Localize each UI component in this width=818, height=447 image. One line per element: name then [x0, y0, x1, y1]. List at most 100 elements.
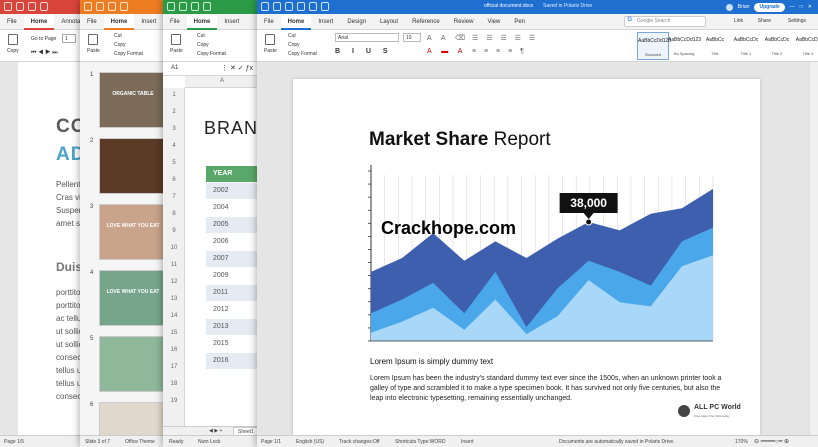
row-number[interactable]: 14 [163, 313, 185, 319]
italic-icon[interactable] [321, 2, 329, 11]
undo-icon[interactable] [179, 2, 187, 11]
row-number[interactable]: 17 [163, 364, 185, 370]
year-cell[interactable]: 2011 [206, 285, 258, 301]
redo-icon[interactable] [285, 2, 293, 11]
status-insert[interactable]: Insert [461, 439, 474, 445]
tab-home[interactable]: Home [103, 13, 135, 30]
link-button[interactable]: Link [734, 18, 743, 24]
year-cell[interactable]: 2015 [206, 336, 258, 352]
copy-format-button[interactable]: Copy Format [197, 51, 226, 57]
style-title[interactable]: AaBbCc Title [699, 32, 731, 60]
row-number[interactable]: 13 [163, 296, 185, 302]
font-color-icons[interactable]: A ▬ A [427, 48, 466, 55]
paste-label[interactable]: Paste [264, 48, 277, 54]
tab-view[interactable]: View [480, 14, 507, 30]
callout-point[interactable] [585, 218, 593, 226]
cut-button[interactable]: Cut [288, 33, 296, 39]
year-cell[interactable]: 2007 [206, 251, 258, 267]
column-a-header[interactable]: A [220, 78, 224, 84]
cut-button[interactable]: Cut [197, 33, 205, 39]
tab-insert[interactable]: Insert [311, 14, 340, 30]
slide-thumbnail[interactable]: ORGANIC TABLE [99, 72, 167, 128]
style-no-spacing[interactable]: AaBbCcDd123 No Spacing [668, 32, 701, 60]
font-family-select[interactable]: Arial [335, 33, 399, 42]
print-icon[interactable] [120, 2, 128, 11]
undo-icon[interactable] [96, 2, 104, 11]
year-cell[interactable]: 2009 [206, 268, 258, 284]
goto-page-input[interactable]: 1 [62, 34, 76, 43]
year-cell[interactable]: 2012 [206, 302, 258, 318]
align-icons[interactable]: ≡ ≡ ≡ ≡ ¶ [472, 48, 527, 55]
tab-home[interactable]: Home [280, 13, 312, 30]
sheet-nav-icon[interactable]: ◀ ▶ + [209, 428, 222, 434]
row-number[interactable]: 7 [163, 194, 185, 200]
copy-format-button[interactable]: Copy Format [288, 51, 317, 57]
row-number[interactable]: 19 [163, 398, 185, 404]
zoom-level[interactable]: 170% [735, 439, 748, 445]
paste-label[interactable]: Paste [170, 48, 183, 54]
year-header-cell[interactable]: YEAR [206, 166, 258, 182]
text-format-icons[interactable]: B I U S [335, 48, 393, 55]
save-icon[interactable] [167, 2, 175, 11]
redo-icon[interactable] [28, 2, 36, 11]
maximize-icon[interactable]: □ [800, 4, 803, 10]
tab-file[interactable]: File [80, 14, 104, 30]
tab-pen[interactable]: Pen [507, 14, 532, 30]
tab-home[interactable]: Home [23, 13, 55, 30]
formula-actions-icon[interactable]: ⋮ ✕ ✓ ƒx [221, 64, 253, 72]
style-standard[interactable]: AaBbCcDd123 Standard [637, 32, 671, 60]
row-number[interactable]: 2 [163, 109, 185, 115]
copy-icon[interactable] [8, 34, 18, 45]
font-grow-icons[interactable]: A A ⌫ [427, 34, 469, 42]
undo-icon[interactable] [16, 2, 24, 11]
tab-home[interactable]: Home [186, 13, 218, 30]
tab-layout[interactable]: Layout [373, 14, 405, 30]
cell-reference[interactable]: A1 [171, 65, 178, 71]
minimize-icon[interactable]: — [790, 4, 795, 10]
row-number[interactable]: 9 [163, 228, 185, 234]
market-share-chart[interactable]: 38,000 [363, 155, 723, 345]
year-cell[interactable]: 2004 [206, 200, 258, 216]
sheet-title[interactable]: BRAN [204, 118, 258, 139]
save-icon[interactable] [4, 2, 12, 11]
undo-icon[interactable] [273, 2, 281, 11]
year-cell[interactable]: 2005 [206, 217, 258, 233]
slide-thumbnail[interactable]: LOVE WHAT YOU EAT [99, 270, 167, 326]
year-cell[interactable]: 2013 [206, 319, 258, 335]
paste-icon[interactable] [88, 34, 98, 45]
tab-file[interactable]: File [257, 14, 281, 30]
bold-icon[interactable] [309, 2, 317, 11]
paste-icon[interactable] [265, 34, 275, 45]
list-icons[interactable]: ☰ ☰ ☰ ☰ ☰ [472, 34, 538, 42]
row-number[interactable]: 18 [163, 381, 185, 387]
slide-thumbnail[interactable]: LOVE WHAT YOU EAT [99, 204, 167, 260]
page-nav-arrows-icon[interactable]: ⏮ ◀ ▶ ⏭ [31, 50, 58, 57]
tab-review[interactable]: Review [447, 14, 481, 30]
row-number[interactable]: 6 [163, 177, 185, 183]
upgrade-button[interactable]: Upgrade [754, 2, 785, 12]
redo-icon[interactable] [108, 2, 116, 11]
tab-reference[interactable]: Reference [405, 14, 447, 30]
year-cell[interactable]: 2002 [206, 183, 258, 199]
tab-file[interactable]: File [163, 14, 187, 30]
year-cell[interactable]: 2016 [206, 353, 258, 369]
year-cell[interactable]: 2006 [206, 234, 258, 250]
zoom-slider[interactable]: ⊖ ━━━━○━ ⊕ [754, 438, 789, 445]
redo-icon[interactable] [191, 2, 199, 11]
row-number[interactable]: 8 [163, 211, 185, 217]
row-number[interactable]: 5 [163, 160, 185, 166]
status-language[interactable]: English (US) [296, 439, 324, 445]
style-title-2[interactable]: AaBbCcDc Title 2 [761, 32, 793, 60]
slide-thumbnail[interactable] [99, 336, 167, 392]
paste-label[interactable]: Paste [87, 48, 100, 54]
tab-insert[interactable]: Insert [134, 14, 163, 30]
style-title-3[interactable]: AaBbCcDc Title 3 [792, 32, 818, 60]
close-icon[interactable]: ✕ [808, 4, 812, 10]
row-number[interactable]: 1 [163, 92, 185, 98]
avatar[interactable] [725, 3, 733, 11]
row-number[interactable]: 16 [163, 347, 185, 353]
row-number[interactable]: 15 [163, 330, 185, 336]
copy-button[interactable]: Copy [197, 42, 209, 48]
row-number[interactable]: 10 [163, 245, 185, 251]
row-number[interactable]: 12 [163, 279, 185, 285]
